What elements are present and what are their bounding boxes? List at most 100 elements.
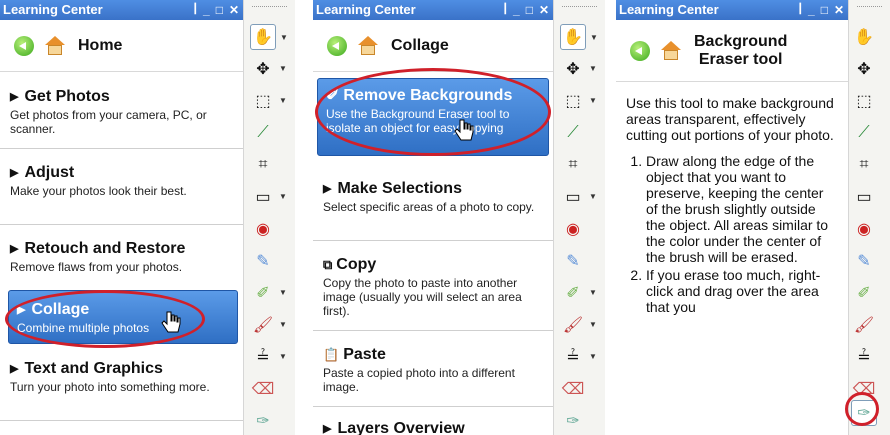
eraser-icon[interactable]: ⌫ <box>851 376 877 402</box>
eyedropper-icon[interactable]: ⟋ <box>250 120 276 146</box>
hand-cursor-icon <box>161 311 181 333</box>
eraser-icon[interactable]: ⌫ <box>250 376 276 402</box>
panel-title: Learning Center <box>619 2 719 17</box>
topic-layers-overview[interactable]: ▶ Layers Overview <box>313 420 553 435</box>
expand-triangle-icon: ▶ <box>10 167 19 179</box>
clone-icon[interactable]: ✐ <box>851 280 877 306</box>
rectangle-shape-icon[interactable]: ▭ <box>851 184 877 210</box>
red-eye-icon[interactable]: ◉ <box>851 216 877 242</box>
toolbar-grip[interactable] <box>857 6 882 16</box>
expand-triangle-icon: ▶ <box>10 363 19 375</box>
pin-icon[interactable]: ꟾ <box>798 0 808 20</box>
help-steps: Draw along the edge of the object that y… <box>626 153 836 315</box>
topic-copy[interactable]: ⧉ Copy Copy the photo to paste into anoth… <box>313 256 553 318</box>
divider <box>313 406 553 407</box>
topic-retouch-restore[interactable]: ▶ Retouch and Restore Remove flaws from y… <box>0 240 243 274</box>
toolbar-grip[interactable] <box>562 6 597 16</box>
topic-adjust[interactable]: ▶ Adjust Make your photos look their best… <box>0 164 243 198</box>
crop-icon[interactable]: ⌗ <box>250 152 276 178</box>
background-eraser-icon[interactable]: ✑ <box>560 408 586 434</box>
move-icon[interactable]: ✥ <box>851 56 877 82</box>
move-icon[interactable]: ✥ ▼ <box>250 56 287 82</box>
home-icon[interactable] <box>44 35 66 56</box>
eyedropper-icon[interactable]: ⟋ <box>560 120 586 146</box>
topic-title: Copy <box>336 256 377 273</box>
pin-icon[interactable]: ꟾ <box>503 0 513 20</box>
panel-title-bar: Learning Center ꟾ_□✕ <box>0 0 243 20</box>
crop-icon[interactable]: ⌗ <box>851 152 877 178</box>
topic-title: Make Selections <box>337 180 462 197</box>
retouch-icon[interactable]: ✎ <box>250 248 276 274</box>
paint-brush-icon[interactable]: 🖌 ▼ <box>560 312 597 338</box>
topic-title: Paste <box>343 346 386 363</box>
levels-icon[interactable]: ≟ <box>851 344 877 370</box>
minimize-icon[interactable]: _ <box>203 0 216 20</box>
pan-hand-icon[interactable]: ✋ <box>851 24 877 50</box>
topic-desc: Paste a copied photo into a different im… <box>323 366 515 394</box>
pan-hand-icon[interactable]: ✋ ▼ <box>560 24 598 50</box>
nav-title-line2: Eraser tool <box>698 50 783 68</box>
nav-title-line1: Background <box>694 32 788 50</box>
learning-center-panel-collage: Learning Center ꟾ_□✕ Collage ✐ Remove Bac… <box>313 0 553 435</box>
topic-desc: Make your photos look their best. <box>10 184 187 198</box>
topic-title: Text and Graphics <box>24 360 163 377</box>
paint-brush-icon[interactable]: 🖌 <box>851 312 877 338</box>
topic-remove-backgrounds-selected[interactable]: ✐ Remove Backgrounds Use the Background E… <box>317 78 549 156</box>
back-icon[interactable] <box>630 40 650 61</box>
levels-icon[interactable]: ≟ ▼ <box>250 344 287 370</box>
levels-icon[interactable]: ≟ ▼ <box>560 344 597 370</box>
pin-icon[interactable]: ꟾ <box>193 0 203 20</box>
red-eye-icon[interactable]: ◉ <box>560 216 586 242</box>
divider <box>0 420 243 421</box>
panel-title: Learning Center <box>316 2 416 17</box>
background-eraser-icon[interactable]: ✑ <box>851 400 877 426</box>
divider <box>313 330 553 331</box>
minimize-icon[interactable]: _ <box>808 0 821 20</box>
nav-bar: Collage <box>313 20 553 72</box>
minimize-icon[interactable]: _ <box>513 0 526 20</box>
topic-desc: Combine multiple photos <box>17 321 150 335</box>
nav-title: Home <box>78 36 123 54</box>
clone-icon[interactable]: ✐ ▼ <box>250 280 287 306</box>
clone-icon[interactable]: ✐ ▼ <box>560 280 597 306</box>
eraser-icon[interactable]: ⌫ <box>560 376 586 402</box>
divider <box>313 240 553 241</box>
maximize-icon[interactable]: □ <box>821 0 834 20</box>
pan-hand-icon[interactable]: ✋ ▼ <box>250 24 288 50</box>
marquee-select-icon[interactable]: ⬚ ▼ <box>250 88 286 114</box>
topic-title: Layers Overview <box>337 420 465 435</box>
back-icon[interactable] <box>327 35 347 56</box>
back-icon[interactable] <box>14 35 34 56</box>
marquee-select-icon[interactable]: ⬚ ▼ <box>560 88 596 114</box>
retouch-icon[interactable]: ✎ <box>560 248 586 274</box>
maximize-icon[interactable]: □ <box>216 0 229 20</box>
topic-paste[interactable]: 📋 Paste Paste a copied photo into a diffe… <box>313 346 553 394</box>
hand-cursor-icon <box>454 119 474 141</box>
help-body: Use this tool to make background areas t… <box>626 95 836 317</box>
maximize-icon[interactable]: □ <box>526 0 539 20</box>
close-icon[interactable]: ✕ <box>229 0 239 20</box>
panel-title-bar: Learning Center ꟾ_□✕ <box>313 0 553 20</box>
eyedropper-icon[interactable]: ⟋ <box>851 120 877 146</box>
red-eye-icon[interactable]: ◉ <box>250 216 276 242</box>
help-intro: Use this tool to make background areas t… <box>626 95 834 143</box>
rectangle-shape-icon[interactable]: ▭ ▼ <box>560 184 596 210</box>
home-icon[interactable] <box>357 35 379 56</box>
toolbar-grip[interactable] <box>252 6 287 16</box>
background-eraser-icon[interactable]: ✑ <box>250 408 276 434</box>
close-icon[interactable]: ✕ <box>539 0 549 20</box>
paint-brush-icon[interactable]: 🖌 ▼ <box>250 312 287 338</box>
topic-make-selections[interactable]: ▶ Make Selections Select specific areas o… <box>313 180 553 214</box>
close-icon[interactable]: ✕ <box>834 0 844 20</box>
crop-icon[interactable]: ⌗ <box>560 152 586 178</box>
move-icon[interactable]: ✥ ▼ <box>560 56 597 82</box>
topic-desc: Remove flaws from your photos. <box>10 260 183 274</box>
topic-collage-selected[interactable]: ▶ Collage Combine multiple photos <box>8 290 238 344</box>
rectangle-shape-icon[interactable]: ▭ ▼ <box>250 184 286 210</box>
home-icon[interactable] <box>660 40 682 61</box>
marquee-select-icon[interactable]: ⬚ <box>851 88 877 114</box>
topic-text-graphics[interactable]: ▶ Text and Graphics Turn your photo into … <box>0 360 243 394</box>
topic-get-photos[interactable]: ▶ Get Photos Get photos from your camera,… <box>0 88 243 136</box>
expand-triangle-icon: ▶ <box>17 304 26 316</box>
retouch-icon[interactable]: ✎ <box>851 248 877 274</box>
